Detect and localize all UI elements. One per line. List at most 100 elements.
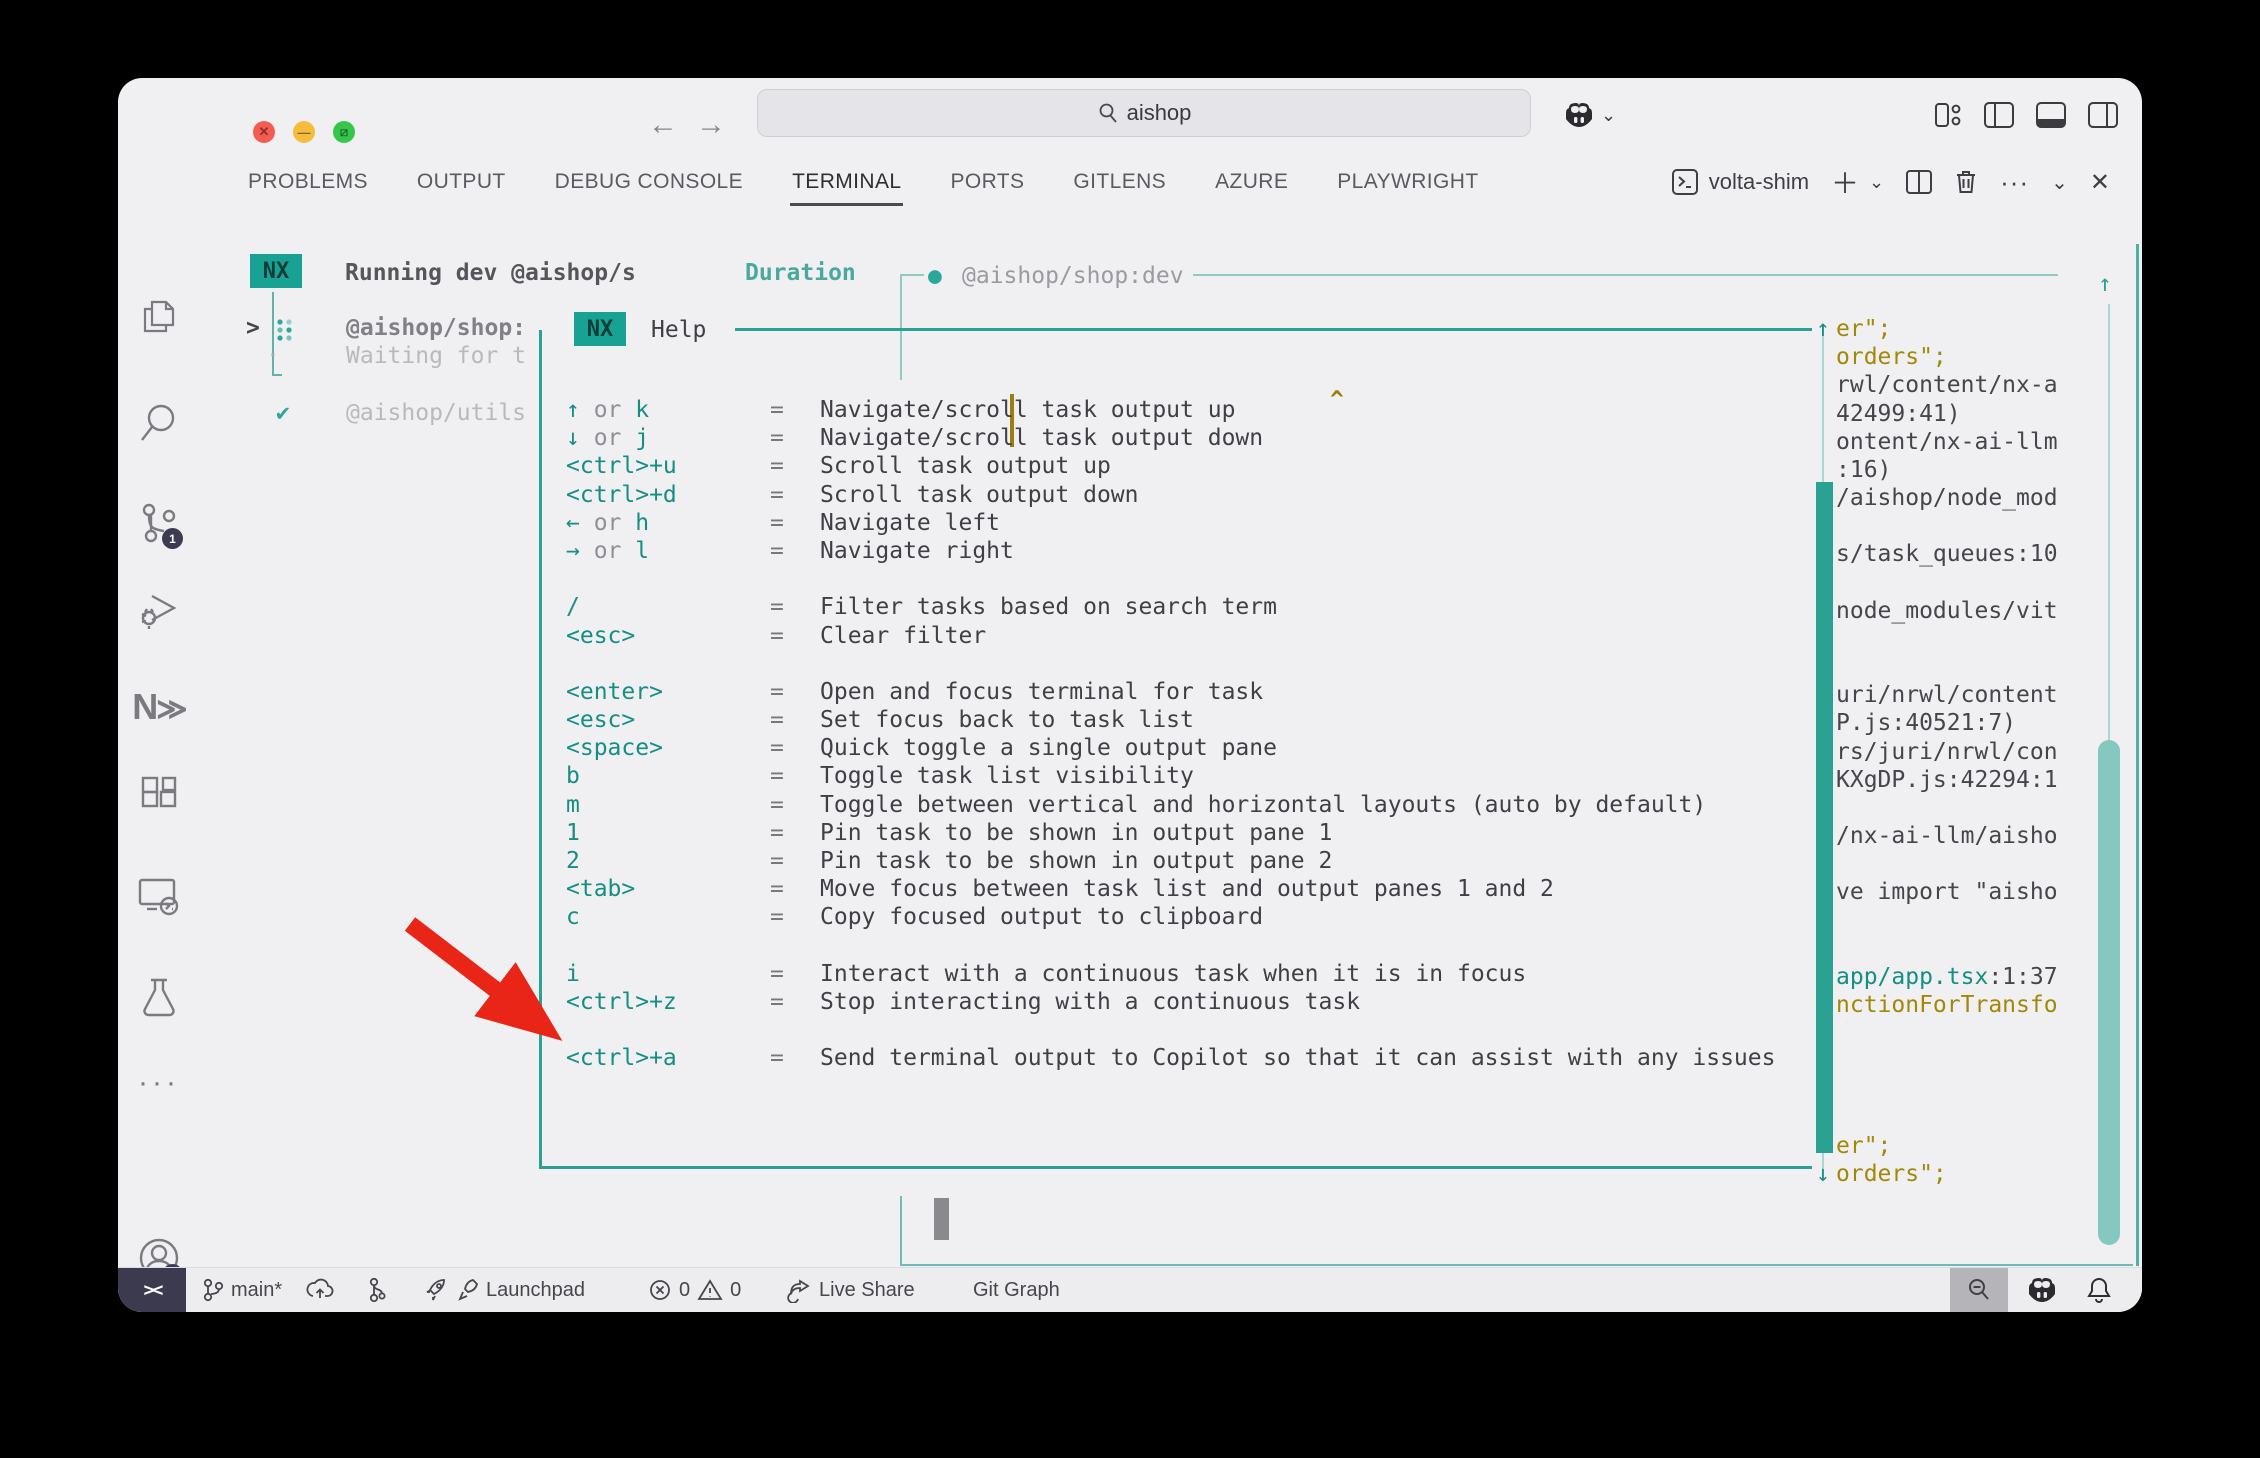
live-share-item[interactable]: Live Share: [786, 1268, 915, 1312]
panel-more-actions-icon[interactable]: ···: [2000, 167, 2029, 198]
shortcut-description: Interact with a continuous task when it …: [820, 961, 1526, 987]
shortcut-equals: =: [770, 820, 820, 846]
screencast-zoom-item[interactable]: [1950, 1268, 2008, 1312]
minimize-window-button[interactable]: —: [293, 121, 315, 143]
status-bar: >< main* Launchpad 0 0 Live Share Git: [118, 1267, 2142, 1312]
panel-tab-output[interactable]: OUTPUT: [417, 164, 506, 200]
panel-tab-terminal[interactable]: TERMINAL: [792, 164, 901, 200]
zoom-window-button[interactable]: ⧄: [333, 121, 355, 143]
task-current[interactable]: @aishop/shop:: [346, 314, 526, 342]
help-box-bottom-border: [539, 1166, 1812, 1169]
sidebar-item-run-debug[interactable]: [118, 588, 200, 630]
sidebar-item-extensions[interactable]: [118, 776, 200, 816]
split-terminal-icon[interactable]: [1906, 170, 1932, 194]
shortcut-key: <space>: [566, 735, 770, 761]
panel-maximize-chevron-icon[interactable]: ⌄: [2051, 170, 2068, 195]
panel-tab-debug-console[interactable]: DEBUG CONSOLE: [555, 164, 743, 200]
kill-terminal-icon[interactable]: [1954, 169, 1978, 195]
sidebar-item-search[interactable]: [118, 402, 200, 444]
nx-badge: NX: [250, 254, 302, 288]
help-shortcut-row: <enter>=Open and focus terminal for task: [566, 679, 1826, 707]
panel-tab-gitlens[interactable]: GITLENS: [1073, 164, 1166, 200]
shortcut-key: 2: [566, 848, 770, 874]
output-line: node_modules/vit: [1836, 598, 2058, 624]
panel-tab-azure[interactable]: AZURE: [1215, 164, 1288, 200]
terminal-profile-chevron-icon[interactable]: ⌄: [1869, 172, 1884, 193]
customize-layout-icon[interactable]: [1935, 102, 1963, 128]
shortcut-description: Navigate left: [820, 510, 1000, 536]
bell-icon: [2086, 1276, 2112, 1304]
problems-item[interactable]: 0 0: [648, 1268, 741, 1312]
help-shortcut-row: m=Toggle between vertical and horizontal…: [566, 792, 1826, 820]
help-blank-row: [566, 566, 1826, 594]
shortcut-description: Copy focused output to clipboard: [820, 904, 1263, 930]
inner-scrollbar-thumb[interactable]: [1816, 482, 1833, 1153]
toggle-panel-icon[interactable]: [2036, 102, 2066, 128]
shortcut-key: <enter>: [566, 679, 770, 705]
activity-bar-more-icon[interactable]: ···: [118, 1066, 200, 1100]
remote-indicator[interactable]: ><: [118, 1268, 186, 1312]
shortcut-key: b: [566, 763, 770, 789]
help-shortcut-row: /=Filter tasks based on search term: [566, 594, 1826, 622]
shortcut-key: ↓ or j: [566, 425, 770, 451]
panel-tab-ports[interactable]: PORTS: [950, 164, 1024, 200]
help-shortcut-list: ↑ or k=Navigate/scroll task output up↓ o…: [566, 397, 1826, 1074]
copilot-status-item[interactable]: [2025, 1268, 2059, 1312]
output-line: /nx-ai-llm/aisho: [1836, 823, 2058, 849]
panel-tab-playwright[interactable]: PLAYWRIGHT: [1337, 164, 1478, 200]
scm-graph-icon: [366, 1277, 388, 1303]
output-line: ve import "aisho: [1836, 879, 2058, 905]
sidebar-item-testing[interactable]: [118, 976, 200, 1020]
sidebar-item-remote-explorer[interactable]: [118, 876, 200, 918]
shortcut-key: ← or h: [566, 510, 770, 536]
close-panel-icon[interactable]: ✕: [2090, 168, 2110, 197]
output-line: KXgDP.js:42294:1: [1836, 767, 2058, 793]
git-branch-item[interactable]: main*: [202, 1268, 282, 1312]
launchpad-item[interactable]: Launchpad: [424, 1268, 585, 1312]
sync-changes-item[interactable]: [306, 1268, 334, 1312]
help-shortcut-row: ↑ or k=Navigate/scroll task output up: [566, 397, 1826, 425]
close-window-button[interactable]: ✕: [253, 121, 275, 143]
shortcut-equals: =: [770, 453, 820, 479]
shortcut-description: Pin task to be shown in output pane 1: [820, 820, 1332, 846]
git-graph-item[interactable]: Git Graph: [973, 1268, 1060, 1312]
help-blank-row: [566, 1017, 1826, 1045]
task-done[interactable]: @aishop/utils: [346, 399, 526, 427]
toggle-secondary-sidebar-icon[interactable]: [2088, 102, 2118, 128]
terminal-toolbar: volta-shim ＋ ⌄ ··· ⌄ ✕: [1671, 150, 2110, 214]
shortcut-equals: =: [770, 425, 820, 451]
shortcut-key: 1: [566, 820, 770, 846]
command-center-search[interactable]: aishop: [757, 89, 1531, 137]
shortcut-equals: =: [770, 848, 820, 874]
output-line: P.js:40521:7): [1836, 710, 2016, 736]
new-terminal-button[interactable]: ＋: [1831, 162, 1859, 202]
shortcut-equals: =: [770, 876, 820, 902]
rocket-icon: [424, 1277, 450, 1303]
output-line: /aishop/node_mod: [1836, 485, 2058, 511]
sidebar-item-source-control[interactable]: 1: [118, 502, 200, 544]
output-line: ontent/nx-ai-llm: [1836, 429, 2058, 455]
notifications-item[interactable]: [2086, 1268, 2112, 1312]
activity-bar: 1 N≫ ··· 1 ⚙ 1: [118, 214, 200, 1268]
outer-scrollbar-thumb[interactable]: [2098, 740, 2120, 1245]
shortcut-key: /: [566, 594, 770, 620]
terminal-shell-item[interactable]: volta-shim: [1671, 168, 1809, 196]
scm-graph-item[interactable]: [366, 1268, 388, 1312]
panel-tab-problems[interactable]: PROBLEMS: [248, 164, 368, 200]
copilot-icon: [1563, 100, 1595, 130]
toggle-primary-sidebar-icon[interactable]: [1984, 102, 2014, 128]
shortcut-description: Filter tasks based on search term: [820, 594, 1277, 620]
shortcut-key: <esc>: [566, 623, 770, 649]
sidebar-item-nx-console[interactable]: N≫: [118, 686, 200, 728]
rocket-small-icon: [457, 1278, 479, 1302]
shortcut-description: Send terminal output to Copilot so that …: [820, 1045, 1775, 1071]
chevron-down-icon: ⌄: [1601, 105, 1616, 126]
copilot-menu[interactable]: ⌄: [1563, 100, 1616, 130]
nav-back-button[interactable]: ←: [648, 108, 678, 142]
output-line: :16): [1836, 457, 1891, 483]
nx-running-label: Running dev @aishop/s: [345, 259, 636, 287]
task-done-check-icon: ✔: [276, 399, 290, 427]
help-nx-badge: NX: [574, 312, 626, 346]
sidebar-item-explorer[interactable]: [118, 296, 200, 338]
nav-forward-button[interactable]: →: [696, 108, 726, 142]
